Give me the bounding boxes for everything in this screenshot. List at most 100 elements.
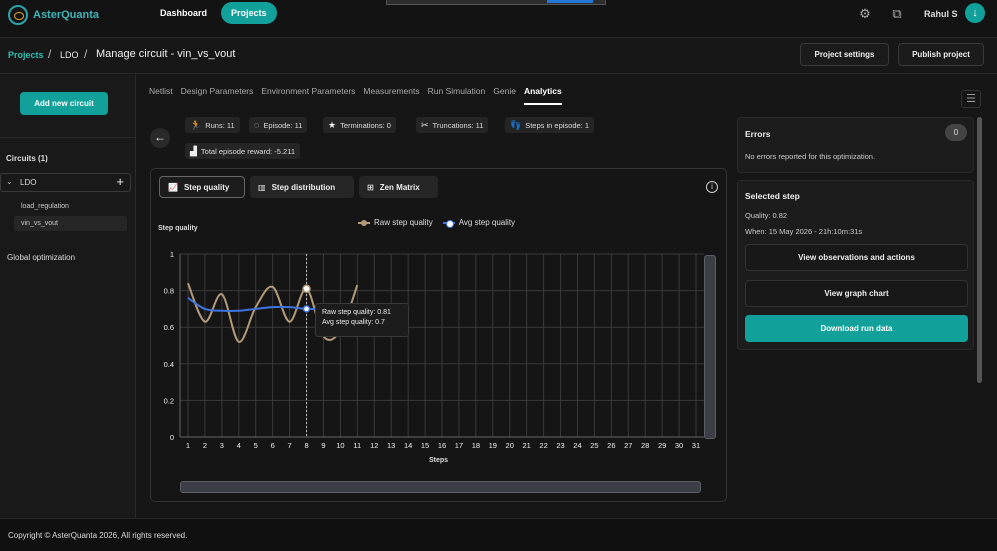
stat-runs: 🏃 Runs: 11 <box>185 117 240 133</box>
x-tick-label: 12 <box>370 441 378 450</box>
x-tick-label: 11 <box>353 441 361 450</box>
chart-card: 📈 Step quality ▥ Step distribution ⊞ Zen Ma… <box>150 168 727 502</box>
podium-icon: ▟ <box>190 145 197 156</box>
stat-terminations: ★ Terminations: 0 <box>323 117 396 133</box>
stat-truncations: ✂ Truncations: 11 <box>416 117 489 133</box>
view-graph-chart-button[interactable]: View graph chart <box>745 280 968 307</box>
search-bar[interactable] <box>386 0 606 5</box>
add-icon[interactable]: + <box>116 174 124 189</box>
x-tick-label: 1 <box>186 441 190 450</box>
footer: Copyright © AsterQuanta 2026, All rights… <box>0 518 997 551</box>
gear-icon[interactable]: ⚙ <box>857 6 873 22</box>
tab-measurements[interactable]: Measurements <box>363 86 419 105</box>
footsteps-icon: 👣 <box>510 119 522 130</box>
scissors-icon: ✂ <box>421 119 429 130</box>
breadcrumb-separator: / <box>84 47 88 61</box>
divider <box>0 137 136 138</box>
page-scrollbar[interactable] <box>977 117 982 383</box>
logo[interactable]: AsterQuanta <box>8 5 99 25</box>
loop-icon: ◌ <box>254 120 260 130</box>
y-tick-label: 0.8 <box>164 287 174 296</box>
sidebar: Add new circuit Circuits (1) ⌄ LDO + loa… <box>0 75 136 518</box>
chevron-down-icon[interactable]: ⌄ <box>6 177 13 186</box>
back-arrow-icon[interactable]: ← <box>150 128 170 148</box>
errors-title: Errors <box>745 129 771 139</box>
tooltip-avg: Avg step quality: 0.7 <box>322 319 385 326</box>
sidebar-item-load-regulation[interactable]: load_regulation <box>14 199 127 214</box>
x-tick-label: 13 <box>387 441 395 450</box>
publish-project-button[interactable]: Publish project <box>898 43 984 66</box>
errors-count-badge: 0 <box>945 124 967 141</box>
tab-genie[interactable]: Genie <box>493 86 516 105</box>
x-tick-label: 5 <box>254 441 258 450</box>
stat-terminations-label: Terminations: 0 <box>340 120 391 130</box>
project-settings-button[interactable]: Project settings <box>800 43 889 66</box>
tab-design-parameters[interactable]: Design Parameters <box>181 86 254 105</box>
stat-total-reward: ▟ Total episode reward: -5.211 <box>185 143 301 159</box>
raw-point <box>302 284 311 294</box>
main-tabs: Netlist Design Parameters Environment Pa… <box>149 86 562 106</box>
y-tick-label: 0.4 <box>164 360 174 369</box>
x-tick-label: 28 <box>641 441 649 450</box>
breadcrumb-ldo[interactable]: LDO <box>60 50 79 60</box>
vertical-zoom-slider[interactable] <box>704 255 716 439</box>
download-icon[interactable]: ↓ <box>965 3 985 23</box>
x-tick-label: 23 <box>556 441 564 450</box>
logo-icon <box>8 5 28 25</box>
y-tick-label: 1 <box>170 250 174 259</box>
x-tick-label: 2 <box>203 441 207 450</box>
selected-step-title: Selected step <box>745 191 800 201</box>
step-quality-chart[interactable]: 00.20.40.60.811 2 3 4 5 6 7 8 9 10 11 12 13 14 15 16 17 1… <box>151 169 728 503</box>
tab-analytics[interactable]: Analytics <box>523 86 562 105</box>
stat-reward-label: Total episode reward: -5.211 <box>200 146 296 156</box>
x-tick-label: 19 <box>489 441 497 450</box>
tab-environment-parameters[interactable]: Environment Parameters <box>261 86 355 105</box>
x-tick-label: 4 <box>237 441 241 450</box>
circuit-label: LDO <box>20 178 37 187</box>
y-tick-label: 0.2 <box>164 396 174 405</box>
star-icon: ★ <box>328 119 337 130</box>
tab-netlist[interactable]: Netlist <box>149 86 173 105</box>
x-tick-label: 18 <box>472 441 480 450</box>
breadcrumb-projects[interactable]: Projects <box>8 50 44 60</box>
selected-step-panel: Selected step Quality: 0.82 When: 15 May… <box>737 180 974 350</box>
sidebar-item-vin-vs-vout[interactable]: vin_vs_vout <box>14 216 127 231</box>
x-tick-label: 30 <box>675 441 683 450</box>
horizontal-zoom-slider[interactable] <box>180 481 701 493</box>
stat-truncations-label: Truncations: 11 <box>432 120 484 130</box>
stat-steps-label: Steps in episode: 1 <box>525 120 590 130</box>
circuit-item-ldo[interactable]: ⌄ LDO + <box>0 173 131 192</box>
top-bar: AsterQuanta Dashboard Projects ⚙ ⧉ Rahul… <box>0 0 997 38</box>
sidebar-item-global-optimization[interactable]: Global optimization <box>7 253 75 262</box>
user-name: Rahul S <box>924 9 958 19</box>
x-tick-label: 8 <box>304 441 308 450</box>
errors-message: No errors reported for this optimization… <box>745 152 876 161</box>
menu-icon[interactable]: ☰ <box>961 90 981 108</box>
nav-dashboard[interactable]: Dashboard <box>150 2 217 24</box>
x-tick-label: 10 <box>336 441 344 450</box>
x-tick-label: 29 <box>658 441 666 450</box>
view-observations-button[interactable]: View observations and actions <box>745 244 968 271</box>
tab-run-simulation[interactable]: Run Simulation <box>428 86 486 105</box>
x-tick-label: 6 <box>271 441 275 450</box>
runner-icon: 🏃 <box>190 119 202 130</box>
x-tick-label: 9 <box>321 441 325 450</box>
circuits-heading: Circuits (1) <box>6 154 48 163</box>
stat-episode-label: Episode: 11 <box>263 120 303 130</box>
chart-tooltip: Raw step quality: 0.81 Avg step quality:… <box>315 303 409 337</box>
copyright: Copyright © AsterQuanta 2026, All rights… <box>8 531 188 540</box>
logo-text: AsterQuanta <box>33 9 100 21</box>
share-icon[interactable]: ⧉ <box>889 6 905 22</box>
x-tick-label: 20 <box>506 441 514 450</box>
stat-episode: ◌ Episode: 11 <box>249 117 308 133</box>
stat-runs-label: Runs: 11 <box>205 120 235 130</box>
x-tick-label: 22 <box>539 441 547 450</box>
y-tick-label: 0 <box>170 433 174 442</box>
tooltip-raw: Raw step quality: 0.81 <box>322 309 391 316</box>
nav-projects[interactable]: Projects <box>221 2 277 24</box>
add-circuit-button[interactable]: Add new circuit <box>20 92 108 115</box>
download-run-data-button[interactable]: Download run data <box>745 315 968 342</box>
page-title: Manage circuit - vin_vs_vout <box>96 48 236 60</box>
x-tick-label: 31 <box>692 441 700 450</box>
x-tick-label: 16 <box>438 441 446 450</box>
